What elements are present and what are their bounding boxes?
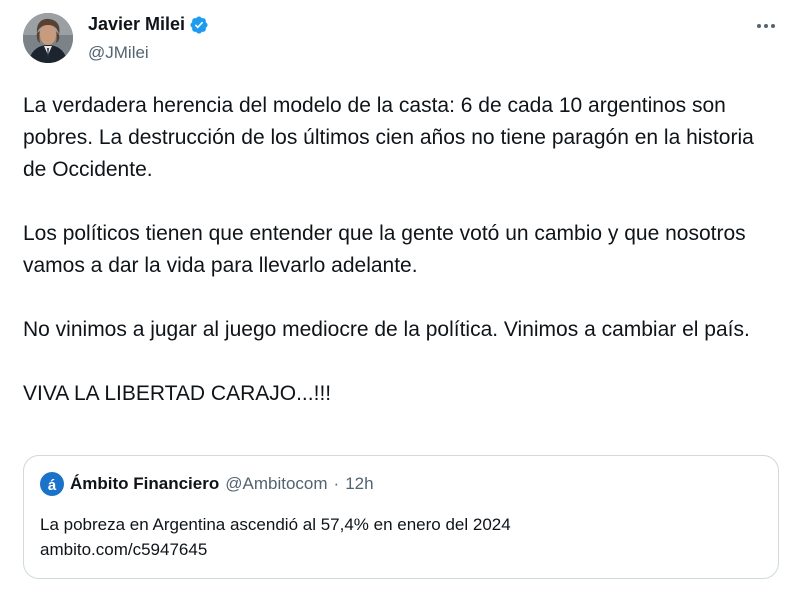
separator-dot: · xyxy=(333,474,340,493)
quoted-text-line: La pobreza en Argentina ascendió al 57,4… xyxy=(40,515,511,534)
more-dot xyxy=(757,24,761,28)
quoted-link[interactable]: ambito.com/c5947645 xyxy=(40,537,760,562)
author-avatar[interactable] xyxy=(23,13,73,63)
ambito-logo-icon: á xyxy=(40,472,64,496)
author-name-row: Javier Milei xyxy=(88,14,209,35)
tweet-paragraph: No vinimos a jugar al juego mediocre de … xyxy=(23,318,750,341)
quoted-timestamp: 12h xyxy=(345,474,374,493)
more-options-icon[interactable] xyxy=(752,14,780,38)
svg-text:á: á xyxy=(48,477,57,494)
author-handle[interactable]: @JMilei xyxy=(88,43,149,63)
more-dot xyxy=(771,24,775,28)
more-dot xyxy=(764,24,768,28)
tweet-paragraph: Los políticos tienen que entender que la… xyxy=(23,222,746,277)
quoted-tweet-header: á Ámbito Financiero @Ambitocom · 12h xyxy=(40,472,374,496)
quoted-tweet-card[interactable]: á Ámbito Financiero @Ambitocom · 12h La … xyxy=(23,455,779,579)
quoted-author-handle: @Ambitocom xyxy=(225,474,328,493)
quoted-author-name: Ámbito Financiero xyxy=(70,474,220,493)
tweet-text: La verdadera herencia del modelo de la c… xyxy=(23,90,773,410)
quoted-tweet-text: La pobreza en Argentina ascendió al 57,4… xyxy=(40,512,760,562)
verified-badge-icon xyxy=(189,15,209,35)
tweet: Javier Milei @JMilei La verdadera herenc… xyxy=(0,0,790,593)
tweet-paragraph: VIVA LA LIBERTAD CARAJO...!!! xyxy=(23,382,332,405)
author-display-name[interactable]: Javier Milei xyxy=(88,14,185,35)
tweet-paragraph: La verdadera herencia del modelo de la c… xyxy=(23,94,754,181)
